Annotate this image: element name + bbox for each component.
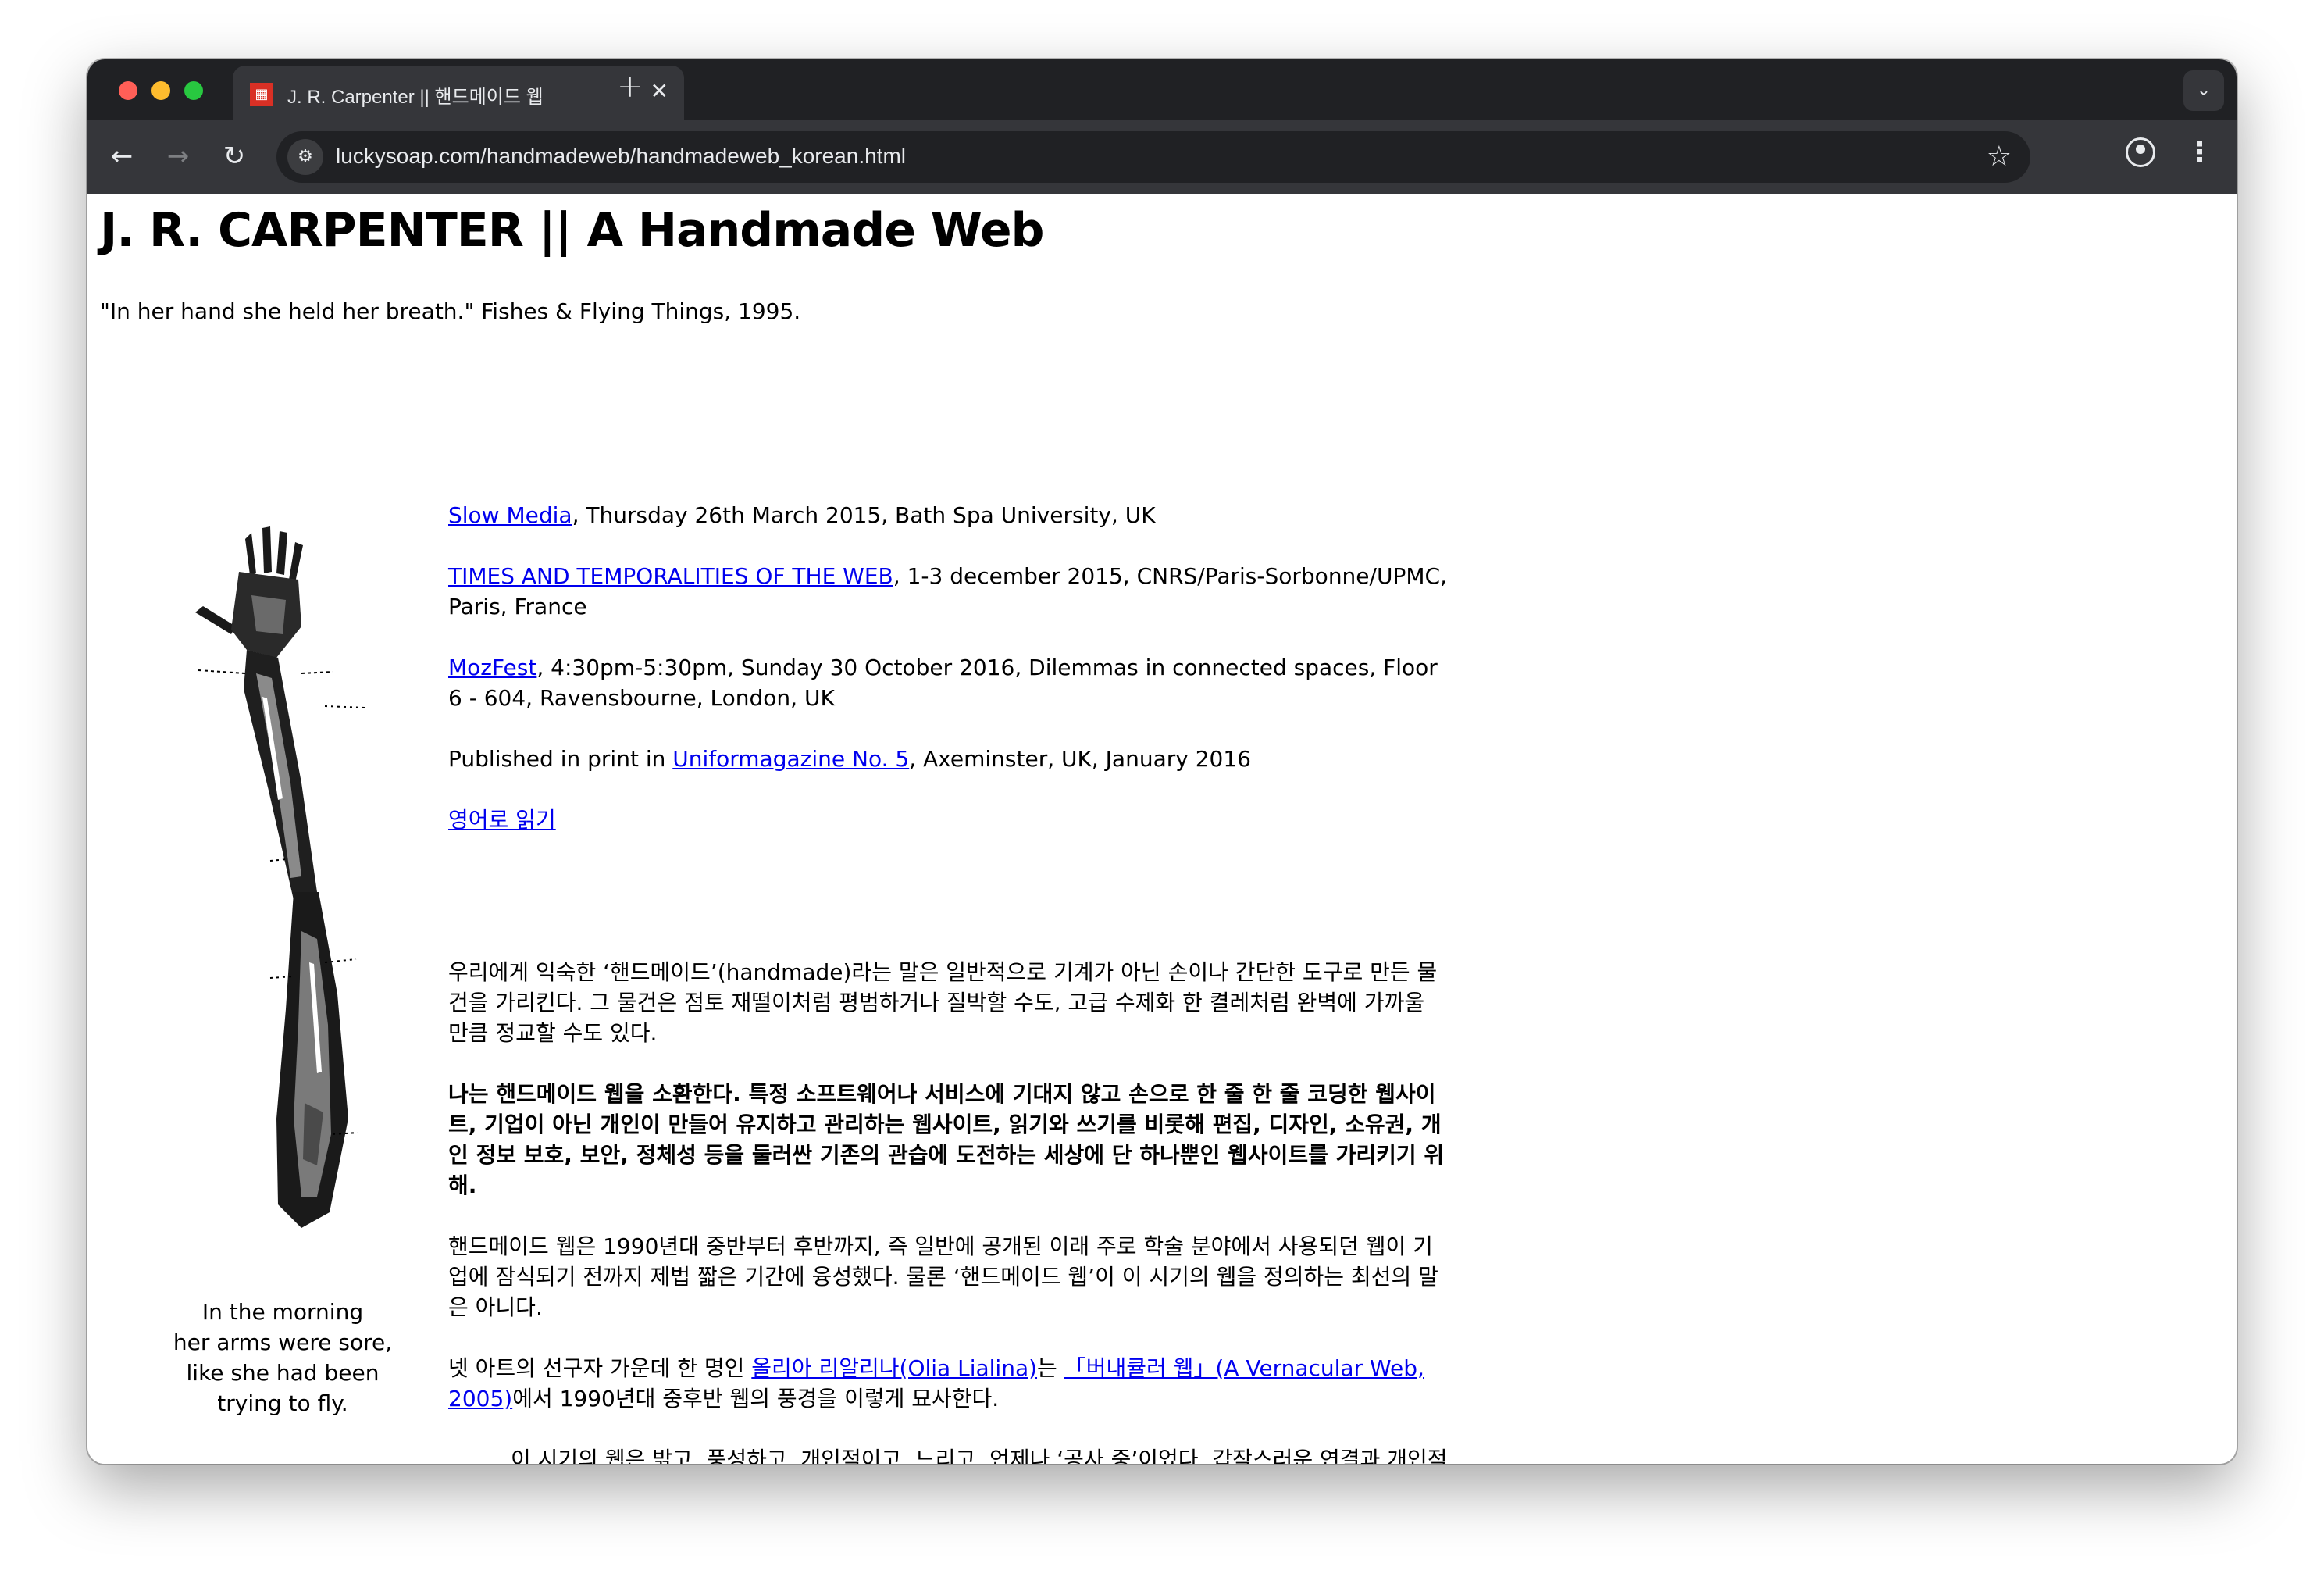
new-tab-button[interactable]: + [617, 69, 643, 105]
anatomical-arm-illustration [195, 526, 366, 1228]
minimize-window-button[interactable] [151, 81, 170, 100]
address-bar[interactable]: ⚙ luckysoap.com/handmadeweb/handmadeweb_… [276, 131, 2030, 183]
block-quote: 이 시기의 웹은 밝고, 풍성하고, 개인적이고, 느리고, 언제나 ‘공사 중… [511, 1447, 1448, 1464]
event-details: , Thursday 26th March 2015, Bath Spa Uni… [572, 502, 1156, 528]
tab-close-icon[interactable]: ✕ [651, 78, 668, 104]
read-english-paragraph: 영어로 읽기 [448, 805, 1448, 835]
browser-toolbar: ← → ↻ ⚙ luckysoap.com/handmadeweb/handma… [87, 120, 2237, 195]
read-in-english-link[interactable]: 영어로 읽기 [448, 807, 556, 833]
uniformagazine-link[interactable]: Uniformagazine No. 5 [672, 746, 909, 772]
caption-line: her arms were sore, [173, 1329, 393, 1355]
site-favicon-icon: ▦ [250, 83, 273, 106]
menu-dots-icon[interactable]: ⋮ [2187, 134, 2213, 170]
bookmark-star-icon[interactable]: ☆ [1987, 139, 2012, 175]
profile-icon[interactable] [2126, 137, 2155, 167]
paragraph-intro: 우리에게 익숙한 ‘핸드메이드’(handmade)라는 말은 일반적으로 기계… [448, 959, 1438, 1046]
print-publication: Published in print in Uniformagazine No.… [448, 744, 1448, 774]
web-page: J. R. CARPENTER || A Handmade Web "In he… [87, 194, 2237, 1464]
times-temporalities-link[interactable]: TIMES AND TEMPORALITIES OF THE WEB [448, 563, 893, 589]
back-arrow-icon[interactable]: ← [103, 137, 141, 175]
print-details: , Axeminster, UK, January 2016 [909, 746, 1251, 772]
text-span: 넷 아트의 선구자 가운데 한 명인 [448, 1355, 752, 1381]
url-text[interactable]: luckysoap.com/handmadeweb/handmadeweb_ko… [336, 144, 906, 169]
paragraph-history: 핸드메이드 웹은 1990년대 중반부터 후반까지, 즉 일반에 공개된 이래 … [448, 1233, 1438, 1320]
site-info-icon[interactable]: ⚙ [287, 139, 323, 175]
paragraph-manifesto: 나는 핸드메이드 웹을 소환한다. 특정 소프트웨어나 서비스에 기대지 않고 … [448, 1081, 1445, 1198]
page-title: J. R. CARPENTER || A Handmade Web [100, 203, 1044, 258]
caption-line: In the morning [201, 1299, 364, 1325]
event-times-temporalities: TIMES AND TEMPORALITIES OF THE WEB, 1-3 … [448, 561, 1448, 622]
epigraph: "In her hand she held her breath." Fishe… [100, 298, 801, 324]
text-span: 에서 1990년대 중후반 웹의 풍경을 이렇게 묘사한다. [512, 1386, 1000, 1411]
tab-title: J. R. Carpenter || 핸드메이드 웹 [287, 87, 544, 108]
reload-icon[interactable]: ↻ [216, 137, 253, 175]
tab-strip: ▦ J. R. Carpenter || 핸드메이드 웹 ✕ + ⌄ [87, 59, 2237, 120]
event-slow-media: Slow Media, Thursday 26th March 2015, Ba… [448, 500, 1448, 530]
browser-window: ▦ J. R. Carpenter || 핸드메이드 웹 ✕ + ⌄ ← → ↻… [87, 59, 2237, 1464]
mozfest-link[interactable]: MozFest [448, 655, 536, 680]
event-details: , 4:30pm-5:30pm, Sunday 30 October 2016,… [448, 655, 1438, 711]
forward-arrow-icon[interactable]: → [159, 137, 197, 175]
zoom-window-button[interactable] [184, 81, 203, 100]
close-window-button[interactable] [119, 81, 137, 100]
event-mozfest: MozFest, 4:30pm-5:30pm, Sunday 30 Octobe… [448, 652, 1448, 713]
tab-search-chevron-icon[interactable]: ⌄ [2183, 70, 2224, 111]
caption-line: trying to fly. [217, 1390, 348, 1416]
text-span: 는 [1037, 1355, 1064, 1381]
main-content: Slow Media, Thursday 26th March 2015, Ba… [448, 500, 1448, 1464]
slow-media-link[interactable]: Slow Media [448, 502, 572, 528]
caption-line: like she had been [186, 1360, 380, 1386]
paragraph-lialina: 넷 아트의 선구자 가운데 한 명인 올리아 리알리나(Olia Lialina… [448, 1353, 1448, 1414]
arm-caption: In the morning her arms were sore, like … [166, 1297, 400, 1419]
olia-lialina-link[interactable]: 올리아 리알리나(Olia Lialina) [751, 1355, 1037, 1381]
print-prefix: Published in print in [448, 746, 673, 772]
